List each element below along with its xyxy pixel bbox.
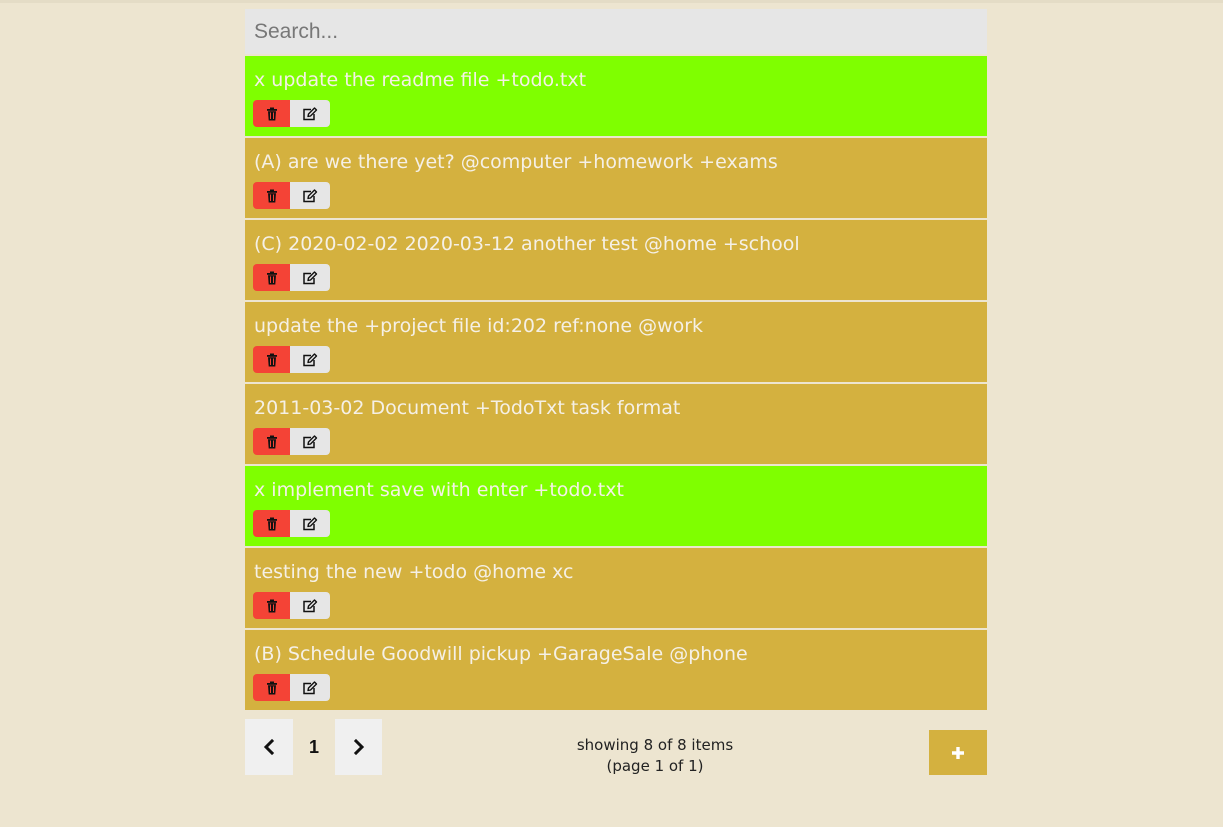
todo-actions bbox=[253, 510, 330, 537]
edit-button[interactable] bbox=[290, 346, 330, 373]
todo-actions bbox=[253, 592, 330, 619]
delete-button[interactable] bbox=[253, 100, 290, 127]
edit-icon bbox=[303, 352, 318, 366]
next-page-button[interactable] bbox=[335, 719, 382, 775]
todo-app: x update the readme file +todo.txt (A) ar… bbox=[245, 9, 987, 710]
chevron-right-icon bbox=[353, 739, 364, 755]
chevron-left-icon bbox=[263, 739, 275, 755]
todo-item[interactable]: x implement save with enter +todo.txt bbox=[245, 466, 987, 546]
todo-item[interactable]: (B) Schedule Goodwill pickup +GarageSale… bbox=[245, 630, 987, 710]
edit-icon bbox=[303, 106, 318, 120]
top-border bbox=[0, 0, 1223, 3]
delete-button[interactable] bbox=[253, 182, 290, 209]
edit-button[interactable] bbox=[290, 428, 330, 455]
search-input[interactable] bbox=[245, 9, 987, 54]
trash-icon bbox=[266, 189, 277, 202]
edit-button[interactable] bbox=[290, 100, 330, 127]
add-todo-button[interactable] bbox=[929, 730, 987, 775]
todo-text: (C) 2020-02-02 2020-03-12 another test @… bbox=[254, 233, 800, 255]
todo-text: testing the new +todo @home xc bbox=[254, 561, 574, 583]
todo-text: update the +project file id:202 ref:none… bbox=[254, 315, 704, 337]
todo-list: x update the readme file +todo.txt (A) ar… bbox=[245, 56, 987, 710]
todo-item[interactable]: (C) 2020-02-02 2020-03-12 another test @… bbox=[245, 220, 987, 300]
trash-icon bbox=[266, 271, 277, 284]
delete-button[interactable] bbox=[253, 674, 290, 701]
items-count-text: showing 8 of 8 items bbox=[576, 736, 734, 754]
todo-item[interactable]: 2011-03-02 Document +TodoTxt task format bbox=[245, 384, 987, 464]
todo-text: 2011-03-02 Document +TodoTxt task format bbox=[254, 397, 681, 419]
todo-text: (B) Schedule Goodwill pickup +GarageSale… bbox=[254, 643, 748, 665]
edit-icon bbox=[303, 434, 318, 448]
delete-button[interactable] bbox=[253, 346, 290, 373]
todo-text: x implement save with enter +todo.txt bbox=[254, 479, 624, 501]
edit-button[interactable] bbox=[290, 674, 330, 701]
trash-icon bbox=[266, 353, 277, 366]
pagination-footer: 1 showing 8 of 8 items (page 1 of 1) bbox=[245, 719, 987, 775]
trash-icon bbox=[266, 681, 277, 694]
delete-button[interactable] bbox=[253, 264, 290, 291]
edit-button[interactable] bbox=[290, 592, 330, 619]
delete-button[interactable] bbox=[253, 428, 290, 455]
page-info-text: (page 1 of 1) bbox=[606, 757, 704, 775]
trash-icon bbox=[266, 107, 277, 120]
delete-button[interactable] bbox=[253, 510, 290, 537]
todo-actions bbox=[253, 674, 330, 701]
edit-icon bbox=[303, 516, 318, 530]
todo-item[interactable]: testing the new +todo @home xc bbox=[245, 548, 987, 628]
todo-text: (A) are we there yet? @computer +homewor… bbox=[254, 151, 778, 173]
edit-button[interactable] bbox=[290, 264, 330, 291]
edit-button[interactable] bbox=[290, 182, 330, 209]
edit-button[interactable] bbox=[290, 510, 330, 537]
todo-text: x update the readme file +todo.txt bbox=[254, 69, 587, 91]
todo-item[interactable]: (A) are we there yet? @computer +homewor… bbox=[245, 138, 987, 218]
trash-icon bbox=[266, 599, 277, 612]
edit-icon bbox=[303, 680, 318, 694]
edit-icon bbox=[303, 270, 318, 284]
edit-icon bbox=[303, 188, 318, 202]
todo-actions bbox=[253, 428, 330, 455]
edit-icon bbox=[303, 598, 318, 612]
current-page-number: 1 bbox=[308, 736, 319, 757]
todo-actions bbox=[253, 100, 330, 127]
prev-page-button[interactable] bbox=[245, 719, 293, 775]
todo-actions bbox=[253, 182, 330, 209]
trash-icon bbox=[266, 435, 277, 448]
todo-actions bbox=[253, 264, 330, 291]
trash-icon bbox=[266, 517, 277, 530]
todo-item[interactable]: update the +project file id:202 ref:none… bbox=[245, 302, 987, 382]
todo-actions bbox=[253, 346, 330, 373]
todo-item[interactable]: x update the readme file +todo.txt bbox=[245, 56, 987, 136]
pagination-status: showing 8 of 8 items (page 1 of 1) bbox=[555, 735, 755, 777]
delete-button[interactable] bbox=[253, 592, 290, 619]
plus-icon bbox=[952, 746, 964, 759]
